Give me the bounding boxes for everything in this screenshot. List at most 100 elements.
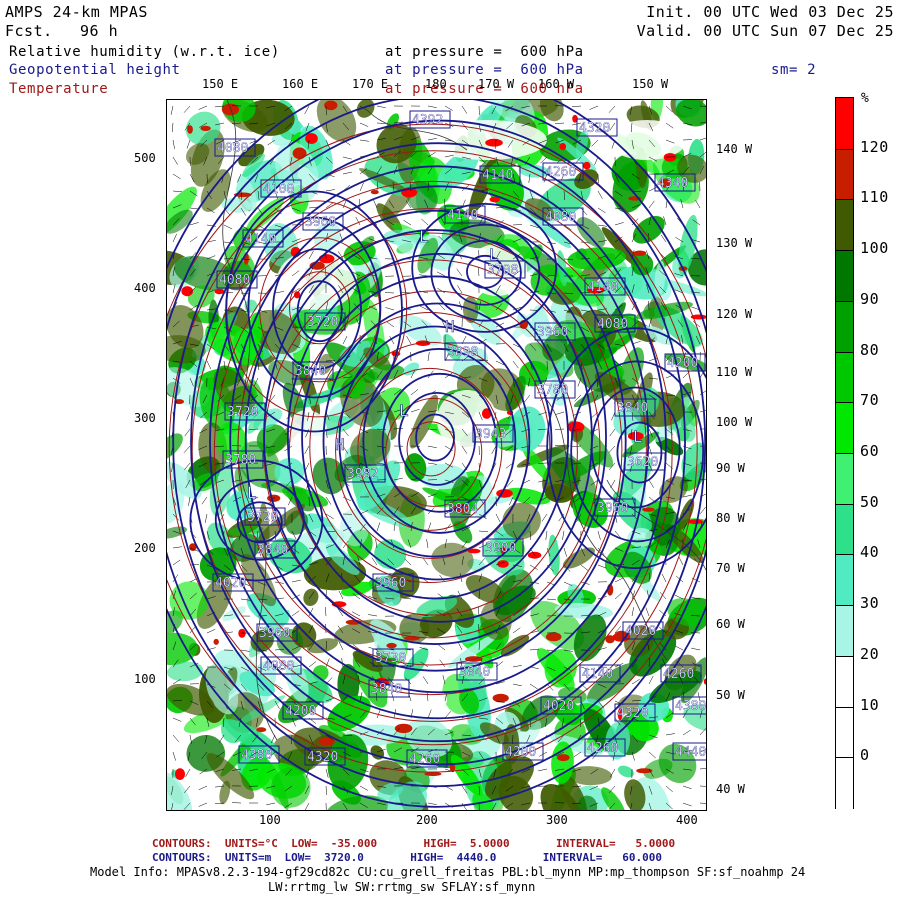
contour-label-text: 3720 [307,315,338,330]
top-longitude-label: 180 [425,77,447,91]
saturation-spot [557,754,570,762]
contour-label-text: 3840 [295,364,326,379]
right-longitude-label: 80 W [716,511,745,525]
contour-label-text: 4200 [667,356,698,371]
contour-label-text: 4320 [617,706,648,721]
wind-barb [427,802,437,805]
wind-barb [661,573,667,583]
top-longitude-label: 150 E [202,77,239,91]
wind-barb [427,522,432,532]
saturation-spot [642,507,655,512]
wind-barb [554,122,565,124]
saturation-spot [633,250,647,256]
right-longitude-label: 110 W [716,365,753,379]
pressure-center-mark: H [445,317,455,336]
wind-barb [597,224,607,227]
wind-barb [355,216,361,226]
wind-barb [695,200,701,209]
top-longitude-label: 160 E [282,77,319,91]
wind-barb [427,352,430,362]
contour-label-text: 3898 [447,345,478,360]
colorbar [835,97,854,810]
wind-barb [186,139,191,149]
humidity-patch [548,534,560,576]
wind-barb [555,411,565,415]
contour-label: 4440 [672,742,706,761]
dry-area [277,250,357,310]
wind-barb [457,641,463,651]
colorbar-swatch [836,300,853,354]
colorbar-swatch [836,503,853,556]
colorbar-swatch [836,605,853,658]
pressure-center-mark: L [633,427,643,446]
wind-barb [206,629,216,634]
wind-barb [404,558,412,566]
wind-barb [172,751,176,761]
forecast-value: 96 h [80,22,119,40]
wind-barb [198,802,208,807]
wind-barb [478,606,480,617]
contour-label-text: 3900 [485,541,516,556]
right-longitude-label: 90 W [716,461,745,475]
wind-barb [512,683,522,687]
saturation-spot [583,161,591,170]
saturation-spot [305,133,318,144]
wind-barb [403,219,412,226]
wind-barb [342,156,352,160]
wind-barb [223,292,234,294]
wind-barb [422,676,429,685]
saturation-spot [370,190,379,195]
top-longitude-label: 150 W [632,77,669,91]
right-longitude-label: 140 W [716,142,753,156]
contour-label-text: 4080 [545,210,576,225]
wind-barb [442,675,446,685]
colorbar-label: 20 [860,644,880,663]
map-graphic: 4392 4320 4080 4260 4140 4340 4100 3960 4140 4080… [167,100,706,810]
valid-time: Valid. 00 UTC Sun 07 Dec 25 [636,22,894,40]
contour-label-text: 4020 [215,576,246,591]
colorbar-label: 60 [860,442,880,460]
right-longitude-label: 100 W [716,415,753,429]
top-longitude-label: 160 W [538,77,575,91]
wind-barb [427,105,437,108]
wind-barb [648,751,656,759]
wind-barb [186,411,191,421]
wind-barb [589,105,599,110]
colorbar-label: 110 [860,188,889,207]
contour-label-text: 3620 [627,455,658,470]
contour-label-text: 3840 [459,665,490,680]
wind-barb [597,530,601,540]
right-longitude-label: 40 W [716,782,745,796]
init-time: Init. 00 UTC Wed 03 Dec 25 [646,3,894,21]
wind-barb [342,335,348,345]
wind-barb [665,733,675,736]
saturation-spot [703,678,706,685]
map-panel[interactable]: 4392 4320 4080 4260 4140 4340 4100 3960 4140 4080… [166,99,707,811]
wind-barb [478,530,489,533]
contour-label-text: 4140 [582,667,613,682]
wind-barb [614,592,622,600]
saturation-spot [663,153,677,162]
contour-label-text: 3960 [537,325,568,340]
colorbar-swatch [836,98,853,150]
saturation-spot [318,254,335,264]
wind-barb [610,768,616,777]
wind-barb [308,661,317,668]
wind-barb [691,647,701,651]
wind-barb [678,556,684,566]
wind-barb [402,597,412,600]
saturation-spot [213,638,219,645]
contour-label-text: 3780 [537,383,568,398]
saturation-spot [256,727,267,733]
wind-barb [614,577,624,583]
wind-barb [645,607,650,617]
wind-barb [359,122,369,127]
contour-label-text: 4140 [482,168,513,183]
colorbar-swatch [836,655,853,709]
colorbar-label: 90 [860,289,880,308]
field-name-height: Geopotential height [9,62,181,78]
wind-barb [699,506,706,515]
contour-label-text: 4100 [263,182,294,197]
contour-label-text: 3943 [475,427,506,442]
contour-label-text: 3708 [487,263,518,278]
